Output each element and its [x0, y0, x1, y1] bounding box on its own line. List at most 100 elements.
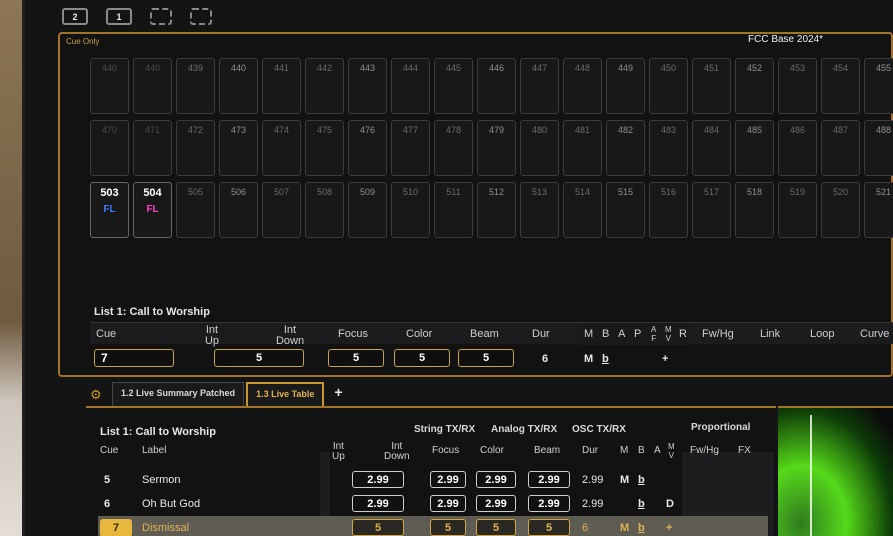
tbl-hdr-m: M [620, 445, 629, 456]
page-3-button[interactable] [150, 8, 172, 25]
cue-cell[interactable]: 473 [219, 120, 258, 176]
hdr-curve: Curve [860, 328, 890, 340]
cue-cell[interactable]: 455 [864, 58, 893, 114]
cue-cell[interactable]: 504 FL [133, 182, 172, 238]
cue-cell[interactable]: 518 [735, 182, 774, 238]
cue-cell[interactable]: 513 [520, 182, 559, 238]
cue-cell[interactable]: 511 [434, 182, 473, 238]
page-4-button[interactable] [190, 8, 212, 25]
cue-cell[interactable]: 446 [477, 58, 516, 114]
cue-cell[interactable]: 442 [305, 58, 344, 114]
cue-cell[interactable]: 480 [520, 120, 559, 176]
cue-cell[interactable]: 487 [821, 120, 860, 176]
cue-cell[interactable]: 450 [649, 58, 688, 114]
cue-cell[interactable]: 445 [434, 58, 473, 114]
cue-cell[interactable]: 441 [262, 58, 301, 114]
cue-cell[interactable]: 443 [348, 58, 387, 114]
cue-cell[interactable]: 454 [821, 58, 860, 114]
beam-field[interactable]: 5 [458, 349, 514, 367]
cue-cell-number: 454 [832, 63, 849, 73]
cue-cell[interactable]: 485 [735, 120, 774, 176]
cue-cell[interactable]: 505 [176, 182, 215, 238]
cue-cell[interactable]: 479 [477, 120, 516, 176]
cue-cell[interactable]: 510 [391, 182, 430, 238]
cue-cell[interactable]: 488 [864, 120, 893, 176]
color-field[interactable]: 5 [394, 349, 450, 367]
int-field[interactable]: 2.99 [352, 495, 404, 512]
beam-field[interactable]: 2.99 [528, 495, 570, 512]
cue-cell[interactable]: 484 [692, 120, 731, 176]
focus-field[interactable]: 5 [328, 349, 384, 367]
cue-cell[interactable]: 475 [305, 120, 344, 176]
flag-m: M [620, 474, 630, 486]
cue-cell[interactable]: 440 [133, 58, 172, 114]
dur-value: 6 [582, 522, 589, 534]
cue-cell[interactable]: 452 [735, 58, 774, 114]
cue-cell[interactable]: 451 [692, 58, 731, 114]
hdr-fw-hg: Fw/Hg [702, 328, 734, 340]
color-picker-gamut[interactable] [778, 406, 893, 536]
beam-field[interactable]: 5 [528, 519, 570, 536]
cue-cell[interactable]: 517 [692, 182, 731, 238]
cue-cell[interactable]: 519 [778, 182, 817, 238]
add-tab-button[interactable]: + [326, 382, 350, 406]
cue-cell-number: 483 [660, 125, 677, 135]
cue-cell[interactable]: 453 [778, 58, 817, 114]
cue-cell[interactable]: 508 [305, 182, 344, 238]
cue-cell[interactable]: 444 [391, 58, 430, 114]
beam-field[interactable]: 2.99 [528, 471, 570, 488]
cue-cell[interactable]: 486 [778, 120, 817, 176]
tbl-hdr-cue: Cue [100, 445, 119, 456]
cue-cell[interactable]: 474 [262, 120, 301, 176]
current-cue-row[interactable]: 7 5 5 5 5 6 M b + [90, 346, 893, 370]
tab-live-table[interactable]: 1.3 Live Table [246, 382, 325, 406]
cue-cell[interactable]: 481 [563, 120, 602, 176]
cue-cell[interactable]: 514 [563, 182, 602, 238]
cue-grid-row-1: 440 440 439 440 441 442 443 444 445 446 447 448 449 4… [90, 58, 893, 114]
cue-cell[interactable]: 477 [391, 120, 430, 176]
table-row[interactable]: 5 Sermon 2.99 2.99 2.99 2.99 2.99 Mb [98, 468, 768, 492]
cue-cell[interactable]: 520 [821, 182, 860, 238]
mode-label: Cue Only [66, 37, 100, 46]
flag-m: M [584, 353, 594, 365]
cue-cell[interactable]: 470 [90, 120, 129, 176]
cue-cell[interactable]: 482 [606, 120, 645, 176]
table-row[interactable]: 7 Dismissal 5 5 5 5 6 Mb + [98, 516, 768, 536]
table-row[interactable]: 6 Oh But God 2.99 2.99 2.99 2.99 2.99 b D [98, 492, 768, 516]
page-1-button[interactable]: 1 [106, 8, 132, 25]
cue-cell[interactable]: 483 [649, 120, 688, 176]
cue-cell[interactable]: 448 [563, 58, 602, 114]
page-2-button[interactable]: 2 [62, 8, 88, 25]
focus-field[interactable]: 2.99 [430, 471, 466, 488]
cue-cell[interactable]: 472 [176, 120, 215, 176]
cue-cell[interactable]: 503 FL [90, 182, 129, 238]
cue-cell[interactable]: 515 [606, 182, 645, 238]
cue-cell[interactable]: 471 [133, 120, 172, 176]
cue-cell[interactable]: 440 [219, 58, 258, 114]
cue-cell[interactable]: 440 [90, 58, 129, 114]
cue-cell[interactable]: 439 [176, 58, 215, 114]
cue-cell[interactable]: 476 [348, 120, 387, 176]
cue-number-field[interactable]: 7 [94, 349, 174, 367]
cue-cell[interactable]: 512 [477, 182, 516, 238]
cue-cell[interactable]: 447 [520, 58, 559, 114]
cue-cell[interactable]: 478 [434, 120, 473, 176]
cue-cell[interactable]: 506 [219, 182, 258, 238]
int-field[interactable]: 5 [352, 519, 404, 536]
cue-cell[interactable]: 516 [649, 182, 688, 238]
tbl-hdr-fx: FX [738, 445, 751, 456]
cue-cell-number: 488 [875, 125, 892, 135]
cue-cell[interactable]: 507 [262, 182, 301, 238]
tab-live-summary[interactable]: 1.2 Live Summary Patched [112, 382, 245, 406]
cue-cell[interactable]: 449 [606, 58, 645, 114]
focus-field[interactable]: 5 [430, 519, 466, 536]
cue-cell-number: 453 [789, 63, 806, 73]
int-field[interactable]: 2.99 [352, 471, 404, 488]
color-field[interactable]: 2.99 [476, 471, 516, 488]
color-field[interactable]: 5 [476, 519, 516, 536]
cue-cell[interactable]: 521 [864, 182, 893, 238]
color-field[interactable]: 2.99 [476, 495, 516, 512]
focus-field[interactable]: 2.99 [430, 495, 466, 512]
int-field[interactable]: 5 [214, 349, 304, 367]
cue-cell[interactable]: 509 [348, 182, 387, 238]
